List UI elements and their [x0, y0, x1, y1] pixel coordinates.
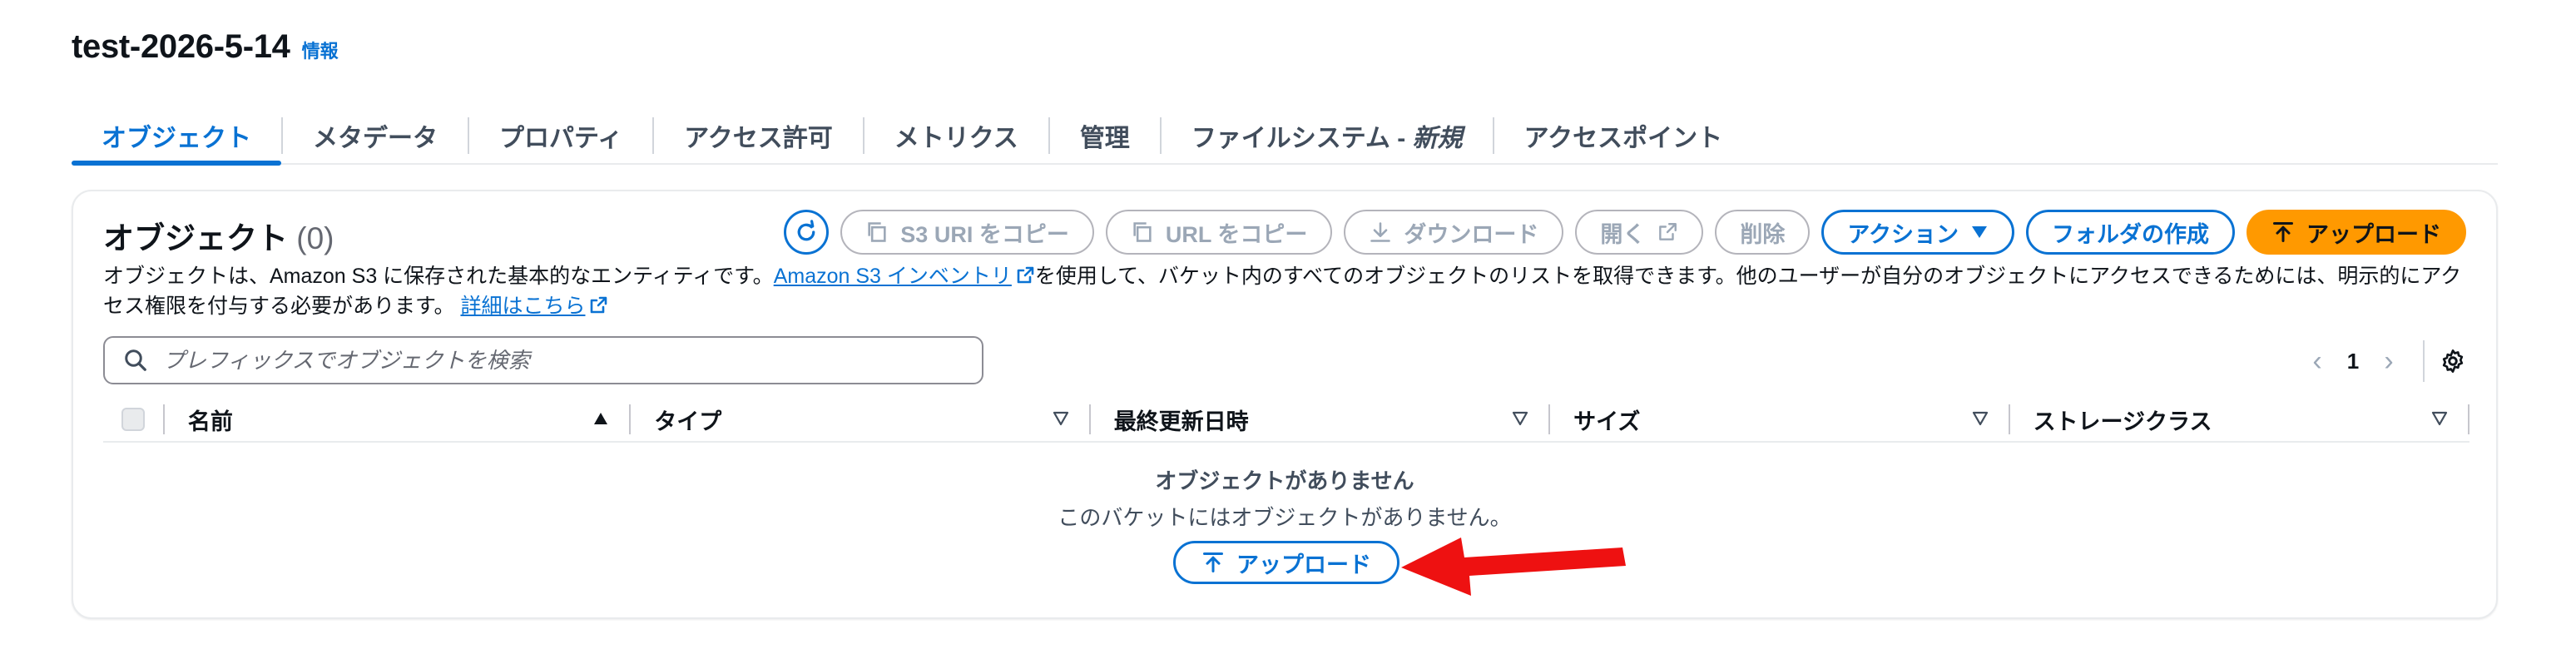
search-field[interactable]: [103, 336, 983, 384]
page-header: test-2026-5-14 情報: [72, 28, 339, 66]
upload-label: アップロード: [2306, 221, 2441, 247]
column-header-label: サイズ: [1573, 409, 1641, 434]
download-icon: [1370, 222, 1391, 242]
tab-metadata[interactable]: メタデータ: [283, 108, 468, 163]
open-label: 開く: [1600, 221, 1646, 247]
tab-properties[interactable]: プロパティ: [469, 108, 652, 163]
objects-panel-title: オブジェクト (0): [103, 213, 334, 258]
column-header-label: 最終更新日時: [1113, 409, 1249, 434]
create-folder-button[interactable]: フォルダの作成: [2026, 210, 2235, 255]
panel-title-text: オブジェクト: [103, 221, 288, 255]
tab-bar: オブジェクト メタデータ プロパティ アクセス許可 メトリクス 管理 ファイルシ…: [72, 108, 2498, 166]
pagination-divider: [2423, 340, 2425, 382]
upload-button[interactable]: アップロード: [2247, 210, 2466, 255]
search-input[interactable]: [161, 346, 960, 374]
objects-panel: オブジェクト (0) S3 URI をコピー URL をコピー ダウンロード 開…: [72, 190, 2498, 619]
empty-state-upload-label: アップロード: [1236, 552, 1371, 577]
settings-gear-icon[interactable]: [2440, 348, 2466, 374]
sort-ascending-icon[interactable]: [592, 411, 609, 426]
tab-label: オブジェクト: [102, 125, 251, 152]
refresh-icon: [797, 220, 815, 241]
object-count: (0): [296, 221, 334, 255]
column-header-size[interactable]: サイズ: [1548, 404, 2008, 434]
select-all-cell: [103, 408, 163, 431]
tab-label: メトリクス: [894, 125, 1018, 152]
column-header-storage-class[interactable]: ストレージクラス: [2008, 404, 2468, 434]
column-header-last-modified[interactable]: 最終更新日時: [1088, 404, 1548, 434]
info-link[interactable]: 情報: [302, 37, 339, 63]
delete-label: 削除: [1740, 221, 1786, 247]
objects-toolbar: S3 URI をコピー URL をコピー ダウンロード 開く 削除 アクション: [784, 210, 2466, 255]
refresh-button[interactable]: [784, 210, 830, 255]
inventory-link[interactable]: Amazon S3 インベントリ: [774, 265, 1012, 288]
external-link-icon: [1017, 266, 1034, 284]
sort-icon[interactable]: [1053, 411, 1069, 426]
empty-state-upload-button[interactable]: アップロード: [1173, 541, 1399, 584]
copy-url-label: URL をコピー: [1165, 221, 1308, 247]
tab-permissions[interactable]: アクセス許可: [654, 108, 863, 163]
actions-label: アクション: [1847, 221, 1959, 247]
tab-metrics[interactable]: メトリクス: [864, 108, 1048, 163]
objects-description: オブジェクトは、Amazon S3 に保存された基本的なエンティティです。Ama…: [103, 261, 2474, 321]
tab-file-system[interactable]: ファイルシステム - 新規: [1162, 108, 1493, 163]
tab-label-new: 新規: [1412, 125, 1463, 152]
column-header-label: ストレージクラス: [2033, 409, 2212, 434]
tab-label: プロパティ: [499, 125, 623, 152]
upload-icon: [1202, 552, 1224, 573]
delete-button[interactable]: 削除: [1715, 210, 1811, 255]
copy-icon: [1133, 222, 1152, 242]
upload-icon: [2272, 221, 2294, 243]
page-title: test-2026-5-14: [72, 28, 290, 65]
create-folder-label: フォルダの作成: [2052, 221, 2209, 247]
tab-label: メタデータ: [313, 125, 438, 152]
tab-label: 管理: [1079, 125, 1130, 152]
tab-management[interactable]: 管理: [1050, 108, 1160, 163]
open-button[interactable]: 開く: [1575, 210, 1704, 255]
pagination: ‹ 1 ›: [2298, 339, 2466, 383]
column-header-label: 名前: [187, 409, 233, 434]
download-label: ダウンロード: [1404, 221, 1539, 247]
copy-s3-uri-button[interactable]: S3 URI をコピー: [840, 210, 1094, 255]
table-header-row: 名前 タイプ 最終更新日時 サイズ ストレージクラス: [103, 398, 2469, 443]
select-all-checkbox[interactable]: [121, 408, 145, 431]
external-link-icon: [1659, 223, 1677, 240]
tab-label: アクセス許可: [684, 125, 833, 152]
previous-page-icon[interactable]: ‹: [2298, 345, 2336, 378]
search-icon: [125, 349, 146, 371]
tab-label: ファイルシステム -: [1191, 125, 1413, 152]
description-text: オブジェクトは、Amazon S3 に保存された基本的なエンティティです。: [103, 265, 774, 288]
column-divider: [2468, 404, 2469, 434]
tab-objects[interactable]: オブジェクト: [72, 108, 281, 166]
copy-s3-uri-label: S3 URI をコピー: [900, 221, 1069, 247]
column-header-label: タイプ: [654, 409, 722, 434]
column-header-type[interactable]: タイプ: [629, 404, 1088, 434]
current-page-number[interactable]: 1: [2336, 349, 2370, 374]
download-button[interactable]: ダウンロード: [1344, 210, 1564, 255]
sort-icon[interactable]: [1972, 411, 1989, 426]
copy-url-button[interactable]: URL をコピー: [1105, 210, 1333, 255]
external-link-icon: [591, 296, 607, 314]
caret-down-icon: [1972, 226, 1987, 238]
tab-label: アクセスポイント: [1523, 125, 1723, 152]
next-page-icon[interactable]: ›: [2370, 345, 2408, 378]
learn-more-link[interactable]: 詳細はこちら: [460, 295, 585, 318]
empty-state-description: このバケットにはオブジェクトがありません。: [1058, 505, 1512, 530]
column-header-name[interactable]: 名前: [162, 404, 629, 434]
actions-dropdown-button[interactable]: アクション: [1821, 210, 2014, 255]
tab-access-points[interactable]: アクセスポイント: [1494, 108, 1753, 163]
sort-icon[interactable]: [2431, 411, 2448, 426]
empty-state-title: オブジェクトがありません: [1155, 468, 1414, 493]
annotation-arrow-icon: [1401, 538, 1626, 596]
copy-icon: [868, 222, 886, 242]
sort-icon[interactable]: [1512, 411, 1528, 426]
